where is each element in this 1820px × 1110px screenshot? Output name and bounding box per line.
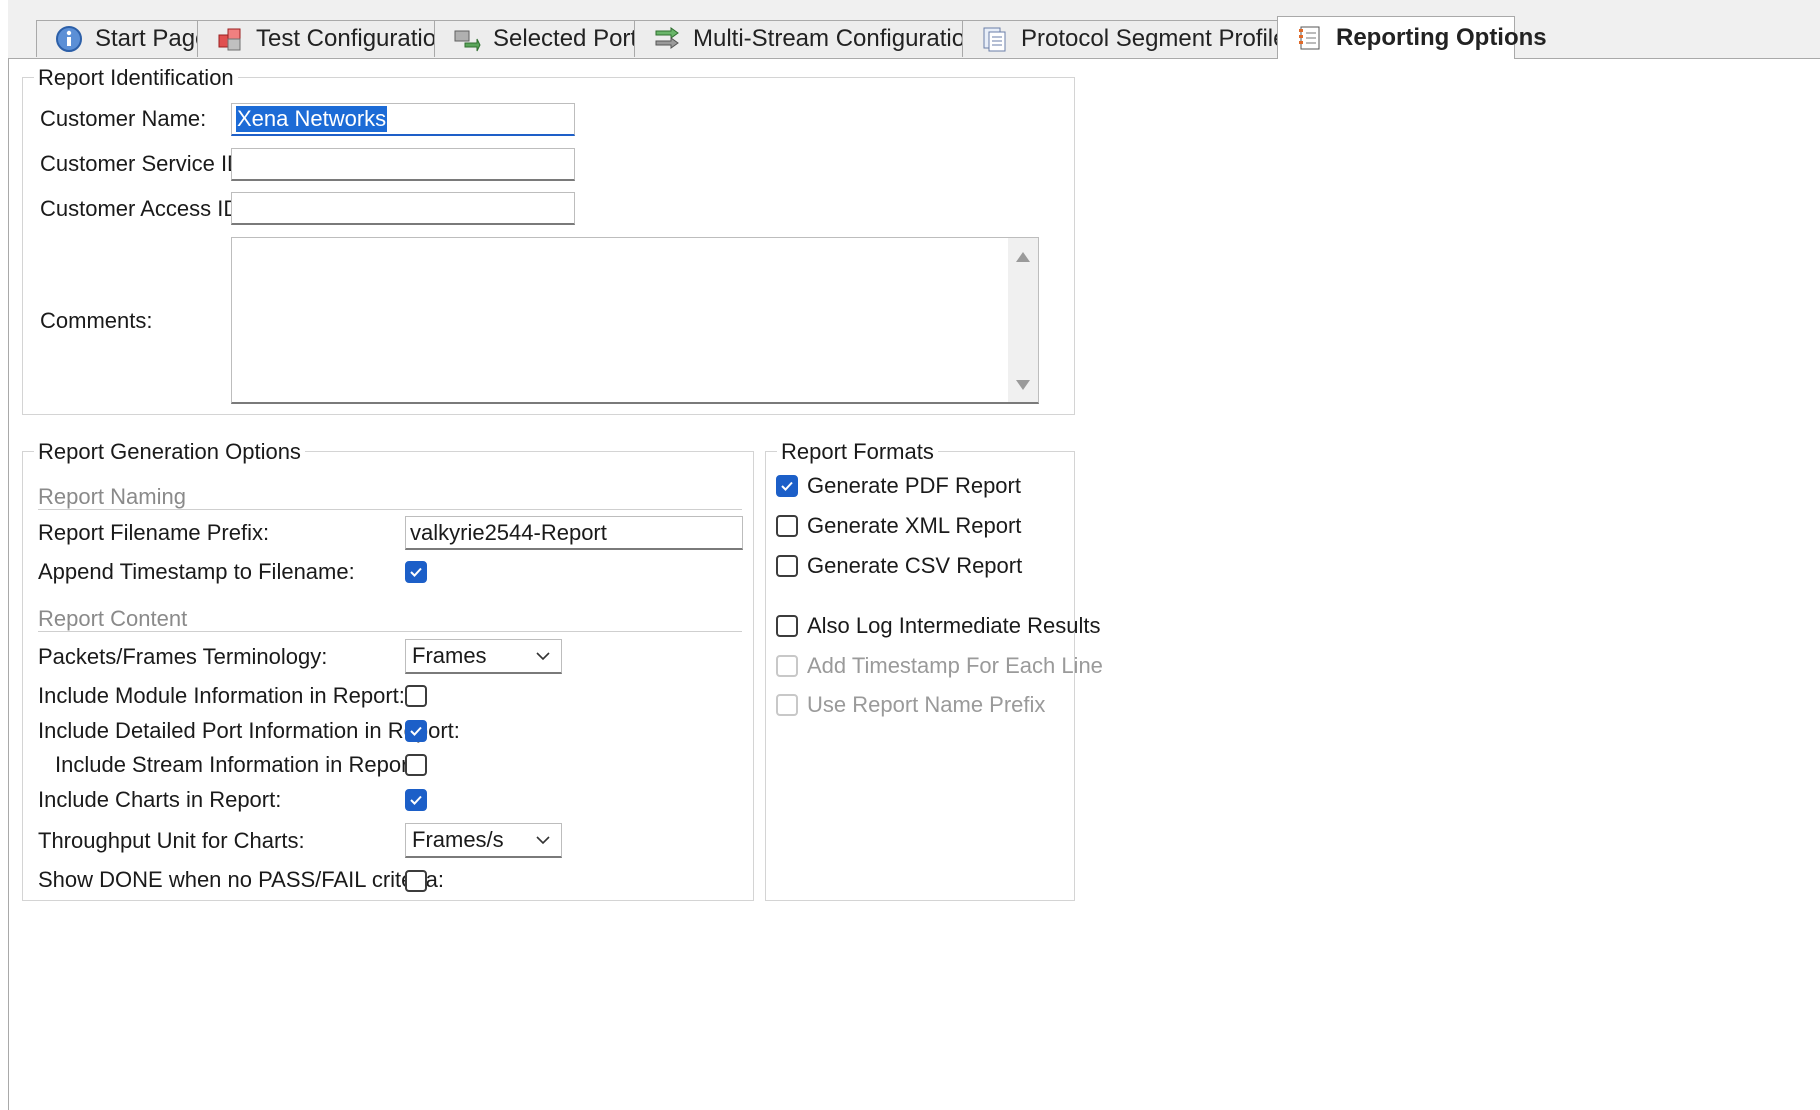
log-intermediate-label[interactable]: Also Log Intermediate Results: [807, 612, 1101, 640]
stream-info-label: Include Stream Information in Report:: [55, 752, 421, 777]
log-intermediate-checkbox[interactable]: [776, 615, 798, 637]
cubes-icon: [216, 25, 244, 53]
tab-label: Reporting Options: [1336, 24, 1547, 51]
append-timestamp-label: Append Timestamp to Filename:: [38, 559, 355, 584]
ports-icon: [453, 25, 481, 53]
tab-label: Start Page: [95, 25, 209, 52]
section-divider: [38, 631, 742, 632]
checkmark-icon: [410, 795, 422, 805]
tab-protocol-segment-profiles[interactable]: Protocol Segment Profiles: [962, 20, 1298, 57]
report-filename-prefix-value: valkyrie2544-Report: [410, 519, 607, 545]
report-icon: [1296, 24, 1324, 52]
timestamp-each-line-label: Add Timestamp For Each Line: [807, 653, 1103, 678]
scroll-down-icon[interactable]: [1016, 380, 1030, 390]
chevron-down-icon: [536, 652, 550, 661]
module-info-label: Include Module Information in Report:: [38, 683, 405, 708]
pages-icon: [981, 25, 1009, 53]
panel-left-border: [8, 58, 9, 1110]
checkmark-icon: [410, 567, 422, 577]
customer-access-id-label: Customer Access ID:: [40, 196, 246, 221]
chevron-down-icon: [536, 836, 550, 845]
tab-label: Protocol Segment Profiles: [1021, 25, 1299, 52]
tab-start-page[interactable]: Start Page: [36, 20, 208, 57]
port-info-checkbox[interactable]: [405, 720, 427, 742]
tab-selected-ports[interactable]: Selected Ports: [434, 20, 649, 57]
report-filename-prefix-input[interactable]: valkyrie2544-Report: [405, 516, 743, 550]
terminology-value: Frames: [412, 643, 487, 668]
throughput-unit-value: Frames/s: [412, 827, 504, 852]
show-done-label: Show DONE when no PASS/FAIL criteria:: [38, 867, 444, 892]
tab-test-configuration[interactable]: Test Configuration: [197, 20, 449, 57]
comments-textarea[interactable]: [231, 237, 1039, 404]
customer-name-label: Customer Name:: [40, 106, 207, 131]
customer-access-id-input[interactable]: [231, 192, 575, 225]
generate-csv-checkbox[interactable]: [776, 555, 798, 577]
report-naming-section: Report Naming: [38, 484, 186, 509]
timestamp-each-line-checkbox: [776, 655, 798, 677]
section-divider: [38, 509, 742, 510]
generate-xml-label[interactable]: Generate XML Report: [807, 512, 1021, 540]
scroll-up-icon[interactable]: [1016, 252, 1030, 262]
include-charts-label: Include Charts in Report:: [38, 787, 282, 812]
tab-label: Selected Ports: [493, 25, 650, 52]
checkmark-icon: [781, 481, 793, 491]
customer-service-id-label: Customer Service ID:: [40, 151, 250, 176]
info-icon: [55, 25, 83, 53]
include-charts-checkbox[interactable]: [405, 789, 427, 811]
generate-pdf-label[interactable]: Generate PDF Report: [807, 472, 1021, 500]
tab-label: Test Configuration: [256, 25, 450, 52]
show-done-checkbox[interactable]: [405, 870, 427, 892]
terminology-label: Packets/Frames Terminology:: [38, 644, 328, 669]
tab-label: Multi-Stream Configuration: [693, 25, 979, 52]
generate-xml-checkbox[interactable]: [776, 515, 798, 537]
tab-multi-stream-configuration[interactable]: Multi-Stream Configuration: [634, 20, 978, 57]
append-timestamp-checkbox[interactable]: [405, 561, 427, 583]
report-content-section: Report Content: [38, 606, 188, 631]
report-identification-title: Report Identification: [34, 65, 238, 91]
use-report-name-prefix-checkbox: [776, 694, 798, 716]
report-generation-options-title: Report Generation Options: [34, 439, 305, 465]
report-filename-prefix-label: Report Filename Prefix:: [38, 520, 270, 545]
throughput-unit-select[interactable]: Frames/s: [405, 823, 562, 858]
generate-csv-label[interactable]: Generate CSV Report: [807, 552, 1022, 580]
module-info-checkbox[interactable]: [405, 685, 427, 707]
comments-scrollbar[interactable]: [1008, 238, 1038, 402]
stream-info-checkbox[interactable]: [405, 754, 427, 776]
tab-reporting-options[interactable]: Reporting Options: [1277, 16, 1547, 59]
customer-name-input[interactable]: Xena Networks: [231, 103, 575, 136]
streams-icon: [653, 25, 681, 53]
tab-strip: Start Page Test Configuration Selected P…: [8, 0, 1820, 59]
checkmark-icon: [410, 726, 422, 736]
port-info-label: Include Detailed Port Information in Rep…: [38, 718, 460, 743]
throughput-unit-label: Throughput Unit for Charts:: [38, 828, 305, 853]
terminology-select[interactable]: Frames: [405, 639, 562, 674]
comments-label: Comments:: [40, 308, 153, 333]
customer-service-id-input[interactable]: [231, 148, 575, 181]
report-formats-title: Report Formats: [777, 439, 938, 465]
customer-name-value: Xena Networks: [236, 106, 388, 132]
generate-pdf-checkbox[interactable]: [776, 475, 798, 497]
use-report-name-prefix-label: Use Report Name Prefix: [807, 692, 1046, 717]
